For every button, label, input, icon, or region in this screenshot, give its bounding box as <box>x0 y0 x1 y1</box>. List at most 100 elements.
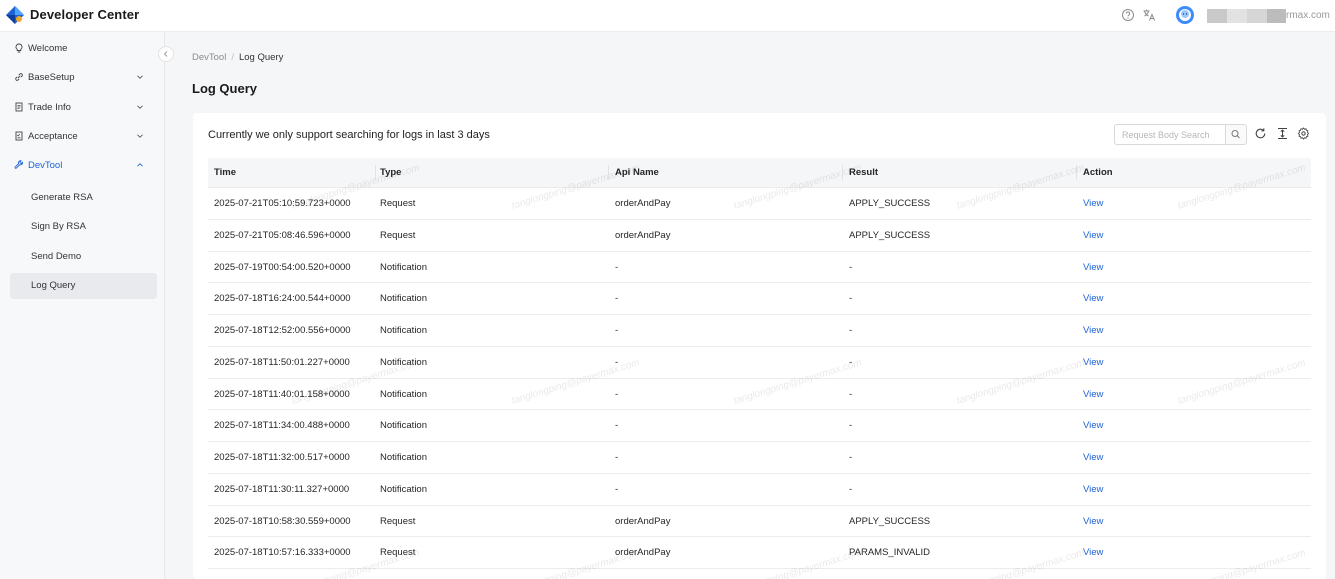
cell-result: APPLY_SUCCESS <box>849 515 931 527</box>
cell-type: Request <box>380 229 416 241</box>
sidebar-subitem-generate-rsa[interactable]: Generate RSA <box>10 185 157 211</box>
link-icon <box>15 73 23 81</box>
sidebar-item-basesetup[interactable]: BaseSetup <box>10 65 157 91</box>
cell-result: - <box>849 452 853 463</box>
cell-api-name: orderAndPay <box>615 229 671 241</box>
cell-result: APPLY_SUCCESS <box>849 198 931 209</box>
redacted-username-block <box>1247 9 1267 23</box>
table-row: 2025-07-18T10:58:30.559+0000 Request order… <box>208 506 1311 538</box>
sidebar-item-welcome[interactable]: Welcome <box>10 36 157 62</box>
cell-api-name: - <box>615 452 619 463</box>
view-link[interactable]: View <box>1083 198 1103 209</box>
column-header-result[interactable]: Result <box>849 167 878 178</box>
cell-result: - <box>849 420 853 432</box>
sidebar-collapse-button[interactable] <box>158 46 174 62</box>
cell-api-name: - <box>615 356 619 368</box>
view-link[interactable]: View <box>1083 420 1103 431</box>
view-link[interactable]: View <box>1083 547 1103 558</box>
column-height-icon[interactable] <box>1276 127 1289 140</box>
sidebar-item-trade-info[interactable]: Trade Info <box>10 95 157 121</box>
column-divider[interactable] <box>1076 165 1077 180</box>
cell-time: 2025-07-18T11:32:00.517+0000 <box>214 452 350 463</box>
redacted-username-block <box>1227 9 1247 23</box>
sidebar-subitem-log-query[interactable]: Log Query <box>10 273 157 299</box>
sidebar-subitem-label: Send Demo <box>31 251 82 262</box>
column-divider[interactable] <box>375 165 376 180</box>
column-header-time[interactable]: Time <box>214 167 236 178</box>
breadcrumb-current: Log Query <box>238 52 284 63</box>
sidebar-item-devtool[interactable]: DevTool <box>10 153 157 179</box>
view-link[interactable]: View <box>1083 484 1103 495</box>
cell-time: 2025-07-19T00:54:00.520+0000 <box>214 261 351 273</box>
cell-result: - <box>849 293 853 305</box>
view-link[interactable]: View <box>1083 357 1103 368</box>
table-row: 2025-07-18T10:57:16.333+0000 Request order… <box>208 537 1311 569</box>
sidebar-subitem-send-demo[interactable]: Send Demo <box>10 244 157 270</box>
view-link[interactable]: View <box>1083 325 1103 336</box>
cell-result: APPLY_SUCCESS <box>849 229 931 241</box>
sidebar-item-acceptance[interactable]: Acceptance <box>10 124 157 150</box>
view-link[interactable]: View <box>1083 452 1103 463</box>
search-button[interactable] <box>1225 124 1247 145</box>
developer-center-logo-icon[interactable] <box>6 6 24 24</box>
column-header-api-name[interactable]: Api Name <box>615 167 659 178</box>
chevron-down-icon <box>137 75 143 79</box>
cell-api-name: - <box>615 261 619 273</box>
request-body-search-input[interactable] <box>1114 124 1226 145</box>
search-icon <box>1231 130 1240 139</box>
column-divider[interactable] <box>608 165 609 180</box>
cell-type: Notification <box>380 325 427 336</box>
table-row: 2025-07-18T12:52:00.556+0000 Notification… <box>208 315 1311 347</box>
breadcrumb-link-devtool[interactable]: DevTool <box>192 52 226 63</box>
cell-time: 2025-07-18T11:34:00.488+0000 <box>214 420 350 432</box>
cell-type: Notification <box>380 388 427 400</box>
view-link[interactable]: View <box>1083 230 1103 241</box>
chevron-down-icon <box>137 105 143 109</box>
translate-icon[interactable] <box>1142 8 1156 22</box>
cell-api-name: - <box>615 483 619 495</box>
sidebar-subitem-label: Sign By RSA <box>31 221 86 232</box>
view-link[interactable]: View <box>1083 293 1103 304</box>
column-header-type[interactable]: Type <box>380 167 401 178</box>
column-header-action: Action <box>1083 167 1113 178</box>
search-limit-notice: Currently we only support searching for … <box>208 129 490 141</box>
gear-icon[interactable] <box>1297 127 1310 140</box>
table-row: 2025-07-19T00:54:00.520+0000 Notification… <box>208 252 1311 284</box>
cell-api-name: - <box>615 420 619 432</box>
cell-time: 2025-07-21T05:08:46.596+0000 <box>214 229 351 241</box>
app-title[interactable]: Developer Center <box>30 7 139 22</box>
cell-result: - <box>849 356 853 368</box>
table-row: 2025-07-18T11:50:01.227+0000 Notification… <box>208 347 1311 379</box>
column-divider[interactable] <box>842 165 843 180</box>
page-title: Log Query <box>192 81 258 96</box>
refresh-icon[interactable] <box>1254 127 1267 140</box>
cell-time: 2025-07-18T11:30:11.327+0000 <box>214 483 350 495</box>
help-circle-icon[interactable] <box>1121 8 1135 22</box>
user-avatar-icon[interactable] <box>1176 6 1194 24</box>
chevron-down-icon <box>137 134 143 138</box>
cell-api-name: - <box>615 325 619 336</box>
view-link[interactable]: View <box>1083 262 1103 273</box>
cell-time: 2025-07-18T16:24:00.544+0000 <box>214 293 351 305</box>
user-email[interactable]: rmax.com <box>1286 10 1330 21</box>
table-row: 2025-07-18T16:24:00.544+0000 Notification… <box>208 283 1311 315</box>
sidebar-subitem-sign-by-rsa[interactable]: Sign By RSA <box>10 214 157 240</box>
sidebar-item-label: Welcome <box>28 43 68 54</box>
cell-api-name: - <box>615 293 619 305</box>
checklist-icon <box>15 131 23 141</box>
cell-type: Request <box>380 198 416 209</box>
cell-result: - <box>849 483 853 495</box>
view-link[interactable]: View <box>1083 389 1103 400</box>
table-body: 2025-07-21T05:10:59.723+0000 Request order… <box>208 188 1311 569</box>
cell-time: 2025-07-18T12:52:00.556+0000 <box>214 325 351 336</box>
cell-type: Notification <box>380 293 427 305</box>
wrench-icon <box>14 160 23 169</box>
view-link[interactable]: View <box>1083 516 1103 527</box>
redacted-username-block <box>1207 9 1227 23</box>
cell-api-name: orderAndPay <box>615 515 671 527</box>
table-row: 2025-07-18T11:40:01.158+0000 Notification… <box>208 379 1311 411</box>
chevron-left-icon <box>163 51 168 57</box>
cell-time: 2025-07-18T10:57:16.333+0000 <box>214 547 351 559</box>
cell-result: - <box>849 325 853 336</box>
cell-api-name: - <box>615 388 619 400</box>
